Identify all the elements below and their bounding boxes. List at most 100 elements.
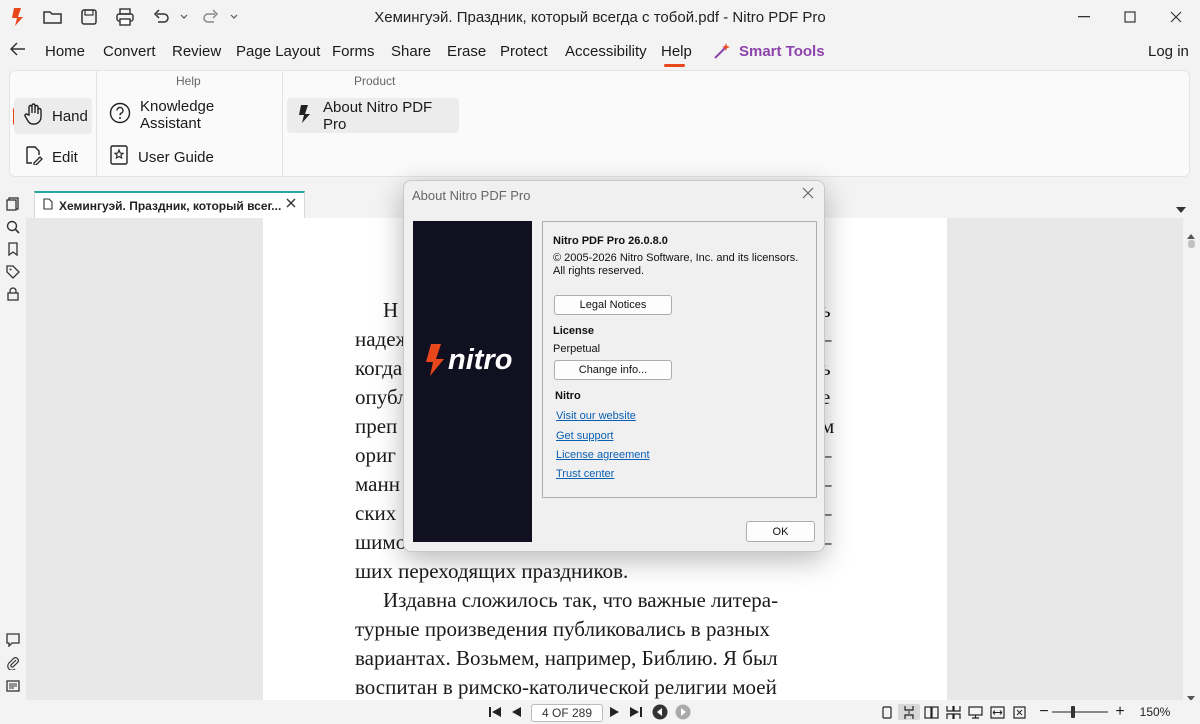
about-nitro-label: About Nitro PDF Pro	[323, 98, 433, 133]
nitro-mark-icon	[296, 104, 314, 128]
zoom-slider-track[interactable]	[1052, 711, 1108, 713]
product-info-box: Nitro PDF Pro 26.0.8.0 © 2005-2026 Nitro…	[542, 221, 817, 498]
product-version: Nitro PDF Pro 26.0.8.0	[553, 235, 668, 247]
menu-bar: Home Convert Review Page Layout Forms Sh…	[0, 34, 1200, 68]
about-dialog: About Nitro PDF Pro nitro Nitro PDF Pro …	[403, 180, 825, 552]
status-bar: 4 OF 289 − + 150%	[0, 700, 1200, 724]
product-group-label: Product	[354, 74, 396, 88]
two-page-icon[interactable]	[923, 704, 939, 720]
attachment-icon[interactable]	[6, 656, 20, 671]
magic-wand-icon	[713, 42, 731, 65]
lock-icon[interactable]	[6, 287, 20, 301]
text-line: ших переходящих праздников.	[355, 559, 629, 583]
previous-view-icon[interactable]	[652, 704, 668, 720]
text-line: вариантах. Возьмем, например, Библию. Я …	[355, 646, 778, 670]
edit-mode-label: Edit	[52, 148, 78, 166]
two-page-continuous-icon[interactable]	[945, 704, 961, 720]
menu-home[interactable]: Home	[45, 43, 85, 60]
zoom-in-icon[interactable]: +	[1114, 703, 1126, 720]
menu-accessibility[interactable]: Accessibility	[565, 43, 647, 60]
fit-width-icon[interactable]	[989, 704, 1005, 720]
search-icon[interactable]	[6, 220, 20, 234]
about-nitro-button[interactable]: About Nitro PDF Pro	[287, 98, 459, 133]
menu-protect[interactable]: Protect	[500, 43, 548, 60]
nitro-logo-text: nitro	[448, 343, 513, 376]
ribbon-toolbar: Hand Edit Help Knowledge Assistant User …	[9, 70, 1190, 177]
next-view-icon[interactable]	[675, 704, 691, 720]
hand-mode-label: Hand	[52, 107, 88, 125]
continuous-page-icon[interactable]	[898, 704, 920, 720]
fit-page-icon[interactable]	[1012, 704, 1026, 720]
next-page-icon[interactable]	[608, 704, 622, 720]
zoom-out-icon[interactable]: −	[1038, 703, 1050, 720]
dialog-title: About Nitro PDF Pro	[412, 188, 531, 203]
form-fields-icon[interactable]	[6, 679, 20, 693]
menu-forms[interactable]: Forms	[332, 43, 375, 60]
user-guide-button[interactable]: User Guide	[100, 140, 276, 174]
close-window-icon[interactable]	[1166, 6, 1186, 28]
menu-help[interactable]: Help	[661, 43, 692, 60]
license-agreement-link[interactable]: License agreement	[556, 449, 650, 461]
zoom-level[interactable]: 150%	[1138, 704, 1172, 720]
ok-button[interactable]: OK	[746, 521, 815, 542]
document-icon	[43, 198, 53, 213]
minimize-icon[interactable]	[1074, 6, 1094, 28]
left-sidebar-tools	[0, 190, 26, 704]
presentation-icon[interactable]	[967, 704, 983, 720]
menu-erase[interactable]: Erase	[447, 43, 486, 60]
text-line: воспитан в римско-католической религии м…	[355, 675, 777, 699]
document-tab-label: Хемингуэй. Праздник, который всег...	[59, 198, 282, 213]
menu-convert[interactable]: Convert	[103, 43, 156, 60]
zoom-slider-thumb[interactable]	[1071, 706, 1075, 718]
change-info-button[interactable]: Change info...	[554, 360, 672, 380]
document-tab[interactable]: Хемингуэй. Праздник, который всег...	[34, 191, 305, 218]
hand-icon	[23, 103, 43, 129]
login-link[interactable]: Log in	[1148, 43, 1189, 60]
last-page-icon[interactable]	[628, 704, 644, 720]
nitro-flame-icon	[426, 344, 444, 376]
window-title: Хемингуэй. Праздник, который всегда с то…	[374, 9, 826, 26]
menu-page-layout[interactable]: Page Layout	[236, 43, 320, 60]
license-value: Perpetual	[553, 343, 601, 355]
text-line: турные произведения публиковались в разн…	[355, 617, 770, 641]
tag-icon[interactable]	[6, 265, 20, 279]
nitro-logo-panel: nitro	[413, 221, 532, 542]
get-support-link[interactable]: Get support	[556, 430, 613, 442]
maximize-icon[interactable]	[1120, 6, 1140, 28]
tab-list-dropdown-icon[interactable]	[1176, 200, 1186, 218]
bookmark-icon[interactable]	[6, 242, 20, 257]
trust-center-link[interactable]: Trust center	[556, 468, 614, 480]
edit-mode-button[interactable]: Edit	[14, 140, 92, 174]
hand-mode-button[interactable]: Hand	[14, 98, 92, 134]
guide-book-icon	[109, 144, 129, 170]
single-page-icon[interactable]	[880, 704, 894, 720]
vertical-scrollbar[interactable]	[1183, 218, 1200, 701]
knowledge-assistant-label: Knowledge Assistant	[140, 98, 215, 132]
nitro-heading: Nitro	[555, 390, 581, 402]
ribbon-divider	[96, 71, 97, 177]
first-page-icon[interactable]	[487, 704, 503, 720]
ribbon-divider	[282, 71, 283, 177]
pages-icon[interactable]	[6, 197, 20, 211]
back-arrow-icon[interactable]	[9, 42, 26, 61]
visit-website-link[interactable]: Visit our website	[556, 410, 636, 422]
menu-smart-tools[interactable]: Smart Tools	[739, 43, 825, 60]
question-circle-icon	[109, 102, 131, 128]
nitro-logo: nitro	[424, 343, 512, 377]
copyright-text: © 2005-2026 Nitro Software, Inc. and its…	[553, 252, 799, 264]
menu-share[interactable]: Share	[391, 43, 431, 60]
active-menu-indicator	[664, 64, 685, 67]
scroll-thumb[interactable]	[1188, 240, 1195, 248]
page-number-input[interactable]: 4 OF 289	[531, 704, 603, 722]
license-heading: License	[553, 325, 594, 337]
user-guide-label: User Guide	[138, 148, 214, 166]
close-tab-icon[interactable]	[286, 197, 296, 211]
knowledge-assistant-button[interactable]: Knowledge Assistant	[100, 98, 276, 132]
help-group-label: Help	[176, 74, 201, 88]
menu-review[interactable]: Review	[172, 43, 221, 60]
prev-page-icon[interactable]	[509, 704, 523, 720]
close-dialog-icon[interactable]	[802, 186, 814, 204]
comments-icon[interactable]	[6, 633, 20, 648]
legal-notices-button[interactable]: Legal Notices	[554, 295, 672, 315]
title-bar: Хемингуэй. Праздник, который всегда с то…	[0, 0, 1200, 34]
